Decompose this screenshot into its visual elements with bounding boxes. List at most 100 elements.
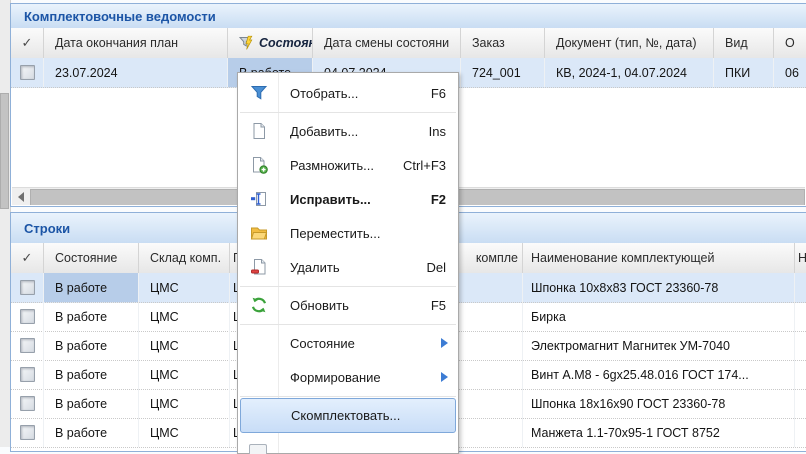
column-header-date-end-plan[interactable]: Дата окончания план [44, 28, 228, 58]
menu-item-formation[interactable]: Формирование [238, 360, 458, 394]
menu-item-label: Удалить [290, 260, 340, 275]
checkmark-icon: ✓ [22, 35, 33, 51]
cell-state[interactable]: В работе [44, 302, 139, 331]
cell-n-cut[interactable] [795, 273, 806, 302]
edit-rename-icon [249, 189, 269, 209]
menu-item-shortcut: Del [426, 260, 446, 275]
cell-state[interactable]: В работе [44, 273, 139, 302]
row-check-cell[interactable] [11, 273, 44, 302]
row-check-cell[interactable] [11, 58, 44, 87]
cell-state[interactable]: В работе [44, 331, 139, 360]
column-header-state[interactable]: Состояни [228, 28, 313, 58]
row-check-cell[interactable] [11, 418, 44, 447]
column-header-o-cut[interactable]: О [774, 28, 806, 58]
cell-warehouse[interactable]: ЦМС [139, 331, 230, 360]
cell-name[interactable]: Манжета 1.1-70х95-1 ГОСТ 8752 [523, 418, 795, 447]
row-check-cell[interactable] [11, 360, 44, 389]
delete-page-icon [249, 257, 269, 277]
column-header-kind[interactable]: Вид [714, 28, 774, 58]
row-checkbox[interactable] [20, 367, 35, 382]
filter-icon [249, 83, 269, 103]
left-scrollbar-thumb[interactable] [0, 93, 9, 209]
row-checkbox[interactable] [20, 425, 35, 440]
row-checkbox[interactable] [20, 280, 35, 295]
cell-warehouse[interactable]: ЦМС [139, 418, 230, 447]
cell-komple[interactable] [456, 273, 523, 302]
column-header-komple[interactable]: компле [456, 243, 523, 273]
column-header-date-state-change[interactable]: Дата смены состояни [313, 28, 461, 58]
menu-item-refresh[interactable]: Обновить F5 [238, 288, 458, 322]
submenu-arrow-icon [441, 372, 448, 382]
menu-item-label: Формирование [290, 370, 381, 385]
cell-n-cut[interactable] [795, 302, 806, 331]
panel-header: Комплектовочные ведомости [11, 4, 806, 29]
menu-item-label: Отобрать... [290, 86, 358, 101]
cell-o-cut[interactable]: 06 [774, 58, 806, 87]
cell-n-cut[interactable] [795, 389, 806, 418]
cell-komple[interactable] [456, 302, 523, 331]
cell-n-cut[interactable] [795, 360, 806, 389]
column-header-n-cut[interactable]: Н [795, 243, 806, 273]
cell-komple[interactable] [456, 389, 523, 418]
column-header-name[interactable]: Наименование комплектующей [523, 243, 795, 273]
menu-item-state[interactable]: Состояние [238, 326, 458, 360]
column-header-document[interactable]: Документ (тип, №, дата) [545, 28, 714, 58]
row-checkbox[interactable] [20, 396, 35, 411]
menu-item-add[interactable]: Добавить... Ins [238, 114, 458, 148]
menu-item-assemble[interactable]: Скомплектовать... [240, 398, 456, 433]
row-checkbox[interactable] [20, 65, 35, 80]
cell-warehouse[interactable]: ЦМС [139, 273, 230, 302]
refresh-icon [249, 295, 269, 315]
cell-name[interactable]: Винт А.М8 - 6gх25.48.016 ГОСТ 174... [523, 360, 795, 389]
row-check-cell[interactable] [11, 302, 44, 331]
cell-name[interactable]: Шпонка 18х16х90 ГОСТ 23360-78 [523, 389, 795, 418]
menu-item-delete[interactable]: Удалить Del [238, 250, 458, 284]
top-table-header: ✓ Дата окончания план Состояни Дата смен… [11, 28, 806, 59]
scroll-left-button[interactable] [12, 188, 30, 205]
column-header-order[interactable]: Заказ [461, 28, 545, 58]
menu-item-label: Состояние [290, 336, 355, 351]
cell-document[interactable]: КВ, 2024-1, 04.07.2024 [545, 58, 714, 87]
cell-n-cut[interactable] [795, 418, 806, 447]
cell-name[interactable]: Бирка [523, 302, 795, 331]
menu-item-move[interactable]: Переместить... [238, 216, 458, 250]
arrow-left-icon [18, 192, 24, 202]
cell-komple[interactable] [456, 418, 523, 447]
menu-item-shortcut: F5 [431, 298, 446, 313]
column-header-check[interactable]: ✓ [11, 28, 44, 58]
row-check-cell[interactable] [11, 389, 44, 418]
cell-state[interactable]: В работе [44, 418, 139, 447]
cell-warehouse[interactable]: ЦМС [139, 389, 230, 418]
cell-warehouse[interactable]: ЦМС [139, 360, 230, 389]
cell-warehouse[interactable]: ЦМС [139, 302, 230, 331]
row-checkbox[interactable] [20, 338, 35, 353]
duplicate-page-icon [249, 155, 269, 175]
menu-separator [240, 324, 456, 325]
row-check-cell[interactable] [11, 331, 44, 360]
column-header-state[interactable]: Состояние [44, 243, 139, 273]
row-checkbox[interactable] [20, 309, 35, 324]
page-title: Комплектовочные ведомости [11, 9, 216, 24]
column-header-state-label: Состояни [259, 36, 313, 50]
menu-item-edit[interactable]: Исправить... F2 [238, 182, 458, 216]
cell-name[interactable]: Шпонка 10х8х83 ГОСТ 23360-78 [523, 273, 795, 302]
menu-item-filter[interactable]: Отобрать... F6 [238, 76, 458, 110]
column-header-warehouse[interactable]: Склад комп. [139, 243, 230, 273]
cell-komple[interactable] [456, 360, 523, 389]
cell-n-cut[interactable] [795, 331, 806, 360]
submenu-arrow-icon [441, 338, 448, 348]
menu-item-shortcut: F6 [431, 86, 446, 101]
cell-kind[interactable]: ПКИ [714, 58, 774, 87]
cell-date-end-plan[interactable]: 23.07.2024 [44, 58, 228, 87]
menu-item-duplicate[interactable]: Размножить... Ctrl+F3 [238, 148, 458, 182]
cell-name[interactable]: Электромагнит Магнитек УМ-7040 [523, 331, 795, 360]
cell-state[interactable]: В работе [44, 360, 139, 389]
cell-komple[interactable] [456, 331, 523, 360]
context-menu: Отобрать... F6 Добавить... Ins Размножит… [237, 72, 459, 454]
column-header-check[interactable]: ✓ [11, 243, 44, 273]
partial-next-item-icon [249, 444, 267, 454]
cell-order[interactable]: 724_001 [461, 58, 545, 87]
menu-separator [240, 112, 456, 113]
menu-separator [240, 286, 456, 287]
cell-state[interactable]: В работе [44, 389, 139, 418]
